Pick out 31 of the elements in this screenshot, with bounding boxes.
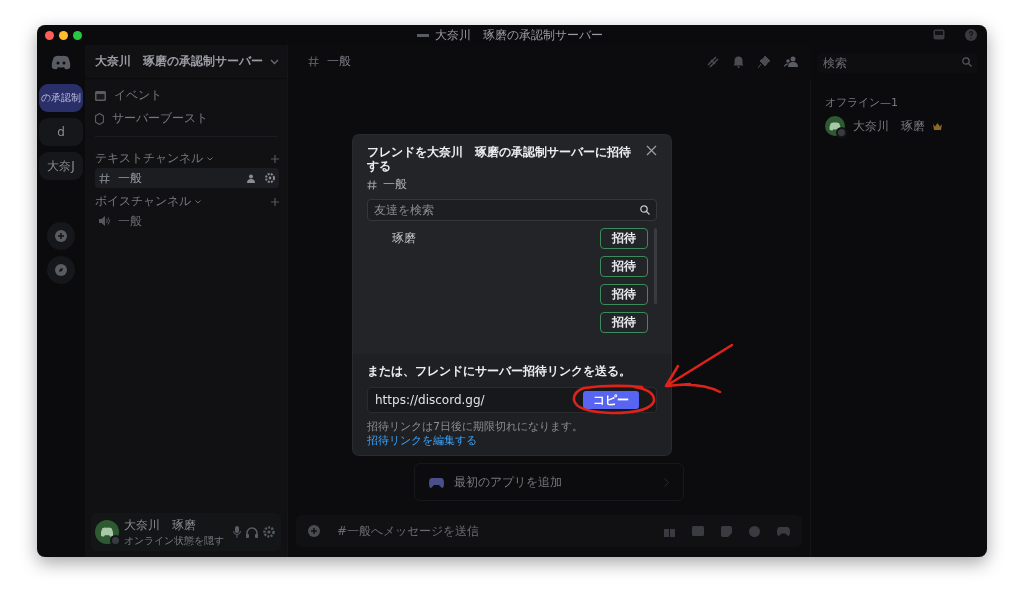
server-button[interactable]: d: [39, 118, 83, 146]
expiry-note: 招待リンクは7日後に期限切れになります。 招待リンクを編集する: [367, 420, 584, 448]
category-label[interactable]: テキストチャンネル: [95, 150, 203, 167]
dialog-title: フレンドを大奈川 琢磨の承認制サーバーに招待する: [367, 145, 632, 173]
copy-button[interactable]: コピー: [583, 391, 639, 409]
friend-search-field[interactable]: 友達を検索: [367, 199, 657, 221]
invite-button[interactable]: 招待: [600, 256, 648, 277]
invite-link-heading: または、フレンドにサーバー招待リンクを送る。: [367, 363, 632, 380]
message-field[interactable]: #一般へメッセージを送信: [337, 524, 647, 538]
server-button[interactable]: 大奈J: [39, 152, 83, 180]
invite-button[interactable]: 招待: [600, 284, 648, 305]
channel-title: 一般: [327, 53, 351, 70]
user-status: オンライン状態を隠す: [124, 533, 225, 548]
channel-name: 一般: [383, 176, 407, 193]
channel-item[interactable]: 一般: [95, 211, 279, 231]
sidebar-link[interactable]: イベント: [114, 87, 162, 104]
add-app-card[interactable]: 最初のアプリを追加: [414, 463, 684, 501]
invite-button[interactable]: 招待: [600, 312, 648, 333]
window-title: 大奈川 琢磨の承認制サーバー: [435, 26, 603, 44]
channel-item[interactable]: 一般: [95, 168, 279, 188]
message-composer[interactable]: #一般へメッセージを送信: [296, 515, 802, 547]
sidebar-link[interactable]: サーバーブースト: [112, 110, 208, 127]
category-label[interactable]: ボイスチャンネル: [95, 193, 191, 210]
member-name[interactable]: 大奈川 琢磨: [853, 117, 925, 135]
member-group-heading: オフライン—1: [825, 95, 899, 110]
friend-name: 琢磨: [392, 230, 416, 247]
user-name: 大奈川 琢磨: [124, 516, 197, 534]
server-name[interactable]: 大奈川 琢磨の承認制サーバー: [95, 53, 263, 70]
invite-button[interactable]: 招待: [600, 228, 648, 249]
server-button[interactable]: の承認制: [39, 84, 83, 112]
edit-invite-link[interactable]: 招待リンクを編集する: [367, 434, 477, 447]
